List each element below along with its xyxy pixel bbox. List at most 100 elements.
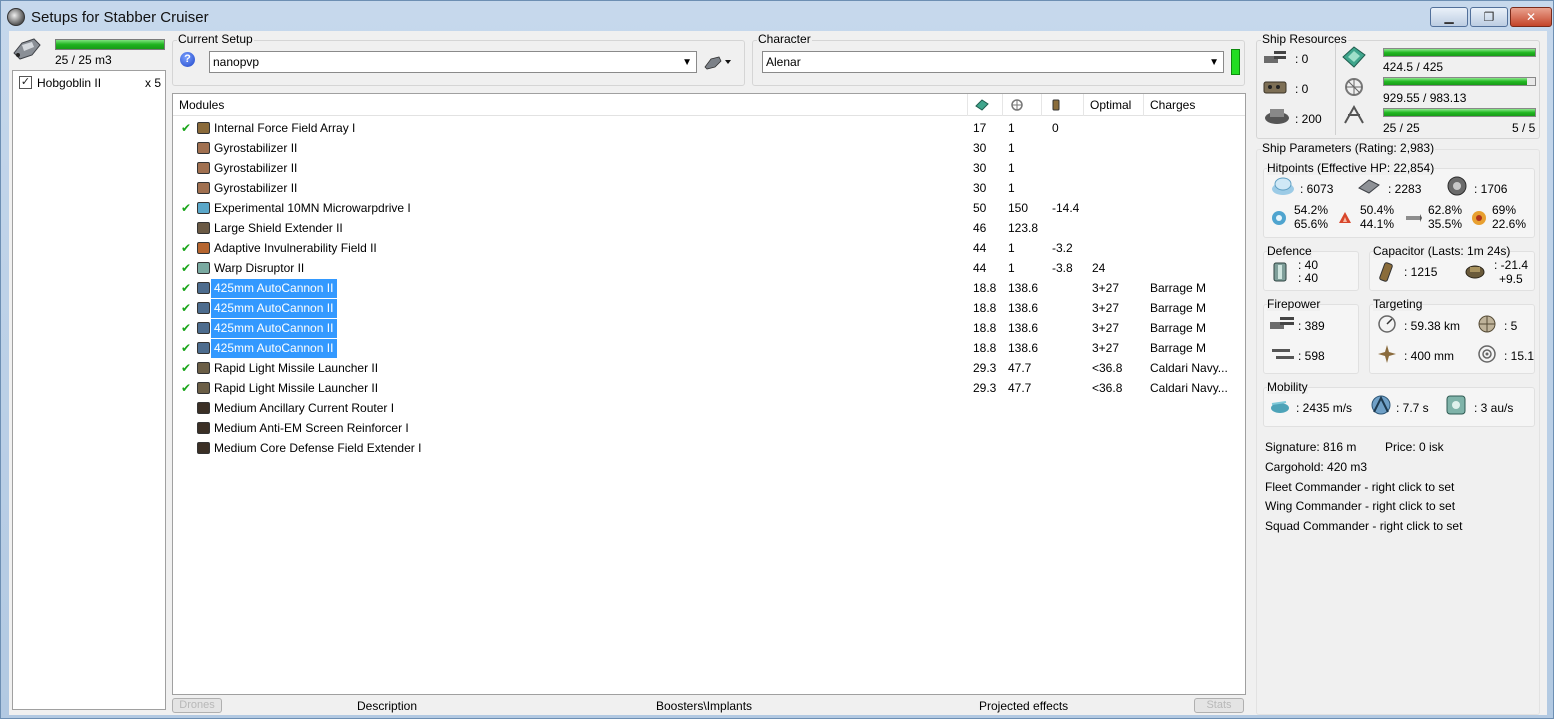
module-powergrid: 150	[1008, 201, 1029, 215]
chevron-down-icon: ▼	[682, 57, 692, 68]
calibration-value: : 200	[1295, 112, 1322, 126]
table-row[interactable]: Medium Ancillary Current Router I	[173, 398, 1245, 418]
app-window: Setups for Stabber Cruiser ▁ ❐ ✕ 25 / 25…	[0, 0, 1554, 719]
table-row[interactable]: Gyrostabilizer II 30 1	[173, 178, 1245, 198]
table-row[interactable]: Gyrostabilizer II 30 1	[173, 138, 1245, 158]
explosive-resist-bottom: 22.6%	[1492, 217, 1527, 231]
tab-stats[interactable]: Stats	[1194, 698, 1244, 713]
sensor-strength-icon	[1478, 345, 1496, 363]
tab-description[interactable]: Description	[357, 699, 417, 713]
help-icon[interactable]: ?	[180, 52, 195, 67]
price-text: Price: 0 isk	[1385, 440, 1444, 454]
explosive-resist-icon	[1472, 211, 1486, 225]
table-row[interactable]: ✔ Experimental 10MN Microwarpdrive I 50 150…	[173, 198, 1245, 218]
rig-icon	[197, 422, 210, 434]
autocannon-icon	[197, 322, 210, 334]
cpu-icon	[975, 99, 989, 111]
table-row[interactable]: ✔ Rapid Light Missile Launcher II 29.3 47.7…	[173, 378, 1245, 398]
wing-commander-text[interactable]: Wing Commander - right click to set	[1265, 499, 1455, 513]
capacitor-icon	[1379, 262, 1393, 282]
drone-list[interactable]: ✓ Hobgoblin II x 5	[12, 70, 166, 710]
active-check-icon: ✔	[181, 241, 192, 255]
defence-box: Defence : 40 : 40	[1263, 244, 1359, 291]
module-name: Gyrostabilizer II	[214, 141, 298, 155]
drone-bandwidth-bar	[1383, 108, 1536, 117]
setup-select[interactable]: nanopvp ▼	[209, 51, 697, 73]
defence-icon	[1273, 262, 1287, 282]
window-client-area: 25 / 25 m3 ✓ Hobgoblin II x 5 Current Se…	[9, 31, 1547, 715]
tab-projected-effects[interactable]: Projected effects	[979, 699, 1068, 713]
module-powergrid: 138.6	[1008, 301, 1039, 315]
close-button[interactable]: ✕	[1510, 7, 1552, 27]
tab-boosters-implants[interactable]: Boosters\Implants	[656, 699, 752, 713]
table-row[interactable]: ✔ 425mm AutoCannon II 18.8 138.6 3+27 Barrage…	[173, 318, 1245, 338]
minimize-button[interactable]: ▁	[1430, 7, 1468, 27]
warp-speed-value: : 3 au/s	[1474, 401, 1514, 415]
module-cpu: 50	[973, 201, 987, 215]
module-capacitor: -3.2	[1052, 241, 1073, 255]
active-check-icon: ✔	[181, 381, 192, 395]
drone-bandwidth-value: 25 / 25	[1383, 121, 1420, 135]
module-name: 425mm AutoCannon II	[211, 319, 338, 338]
module-name: Adaptive Invulnerability Field II	[214, 241, 377, 255]
drone-bandwidth-icon	[1344, 104, 1364, 124]
drone-checkbox[interactable]: ✓	[19, 76, 32, 89]
powergrid-icon	[1011, 99, 1023, 111]
module-name: Warp Disruptor II	[214, 261, 305, 275]
title-bar[interactable]: Setups for Stabber Cruiser ▁ ❐ ✕	[1, 1, 1553, 31]
character-status-indicator	[1231, 49, 1240, 75]
list-item[interactable]: ✓ Hobgoblin II x 5	[19, 75, 161, 91]
module-name: Medium Core Defense Field Extender I	[214, 441, 422, 455]
module-cpu: 29.3	[973, 381, 997, 395]
cpu-icon	[1342, 46, 1366, 68]
module-cpu: 44	[973, 261, 987, 275]
modules-table[interactable]: Modules Optimal Charges ✔ Internal Force …	[172, 93, 1246, 695]
module-cpu: 30	[973, 141, 987, 155]
module-cpu: 18.8	[973, 341, 997, 355]
table-row[interactable]: Medium Anti-EM Screen Reinforcer I	[173, 418, 1245, 438]
gyrostabilizer-icon	[197, 162, 210, 174]
table-row[interactable]: ✔ Adaptive Invulnerability Field II 44 1 -3.…	[173, 238, 1245, 258]
module-capacitor: 0	[1052, 121, 1059, 135]
character-select[interactable]: Alenar ▼	[762, 51, 1224, 73]
powergrid-value: 929.55 / 983.13	[1383, 91, 1467, 105]
kinetic-resist-icon	[1406, 214, 1422, 222]
module-optimal: <36.8	[1092, 381, 1123, 395]
module-charges: Barrage M	[1150, 321, 1207, 335]
maximize-button[interactable]: ❐	[1470, 7, 1508, 27]
kinetic-resist-top: 62.8%	[1428, 203, 1463, 217]
character-label: Character	[757, 32, 812, 46]
table-row[interactable]: Gyrostabilizer II 30 1	[173, 158, 1245, 178]
column-header-powergrid[interactable]	[1002, 94, 1041, 116]
module-powergrid: 138.6	[1008, 321, 1039, 335]
target-range-value: : 59.38 km	[1404, 319, 1461, 333]
table-row[interactable]: ✔ Rapid Light Missile Launcher II 29.3 47.7…	[173, 358, 1245, 378]
fleet-commander-text[interactable]: Fleet Commander - right click to set	[1265, 480, 1454, 494]
table-row[interactable]: ✔ 425mm AutoCannon II 18.8 138.6 3+27 Barrage…	[173, 278, 1245, 298]
shield-icon	[1272, 177, 1294, 195]
module-charges: Barrage M	[1150, 341, 1207, 355]
cargohold-text: Cargohold: 420 m3	[1265, 460, 1368, 474]
table-row[interactable]: Medium Core Defense Field Extender I	[173, 438, 1245, 458]
column-header-capacitor[interactable]	[1041, 94, 1083, 116]
column-header-modules[interactable]: Modules	[173, 94, 967, 116]
column-header-cpu[interactable]	[967, 94, 1002, 116]
table-row[interactable]: ✔ 425mm AutoCannon II 18.8 138.6 3+27 Barrage…	[173, 298, 1245, 318]
character-group: Character Alenar ▼	[752, 32, 1245, 86]
missile-launcher-icon	[197, 362, 210, 374]
column-header-optimal[interactable]: Optimal	[1083, 94, 1143, 116]
table-row[interactable]: Large Shield Extender II 46 123.8	[173, 218, 1245, 238]
tab-drones[interactable]: Drones	[172, 698, 222, 713]
setup-options-button[interactable]	[701, 51, 733, 73]
firepower-box: Firepower : 389 : 598	[1263, 297, 1359, 374]
module-powergrid: 138.6	[1008, 341, 1039, 355]
table-row[interactable]: ✔ Warp Disruptor II 44 1 -3.8 24	[173, 258, 1245, 278]
current-setup-group: Current Setup ? nanopvp ▼	[172, 32, 745, 86]
squad-commander-text[interactable]: Squad Commander - right click to set	[1265, 519, 1462, 533]
window-title: Setups for Stabber Cruiser	[31, 9, 209, 26]
ship-parameters-group: Ship Parameters (Rating: 2,983) Hitpoint…	[1256, 141, 1540, 715]
table-row[interactable]: ✔ 425mm AutoCannon II 18.8 138.6 3+27 Barrage…	[173, 338, 1245, 358]
module-cpu: 17	[973, 121, 987, 135]
table-row[interactable]: ✔ Internal Force Field Array I 17 1 0	[173, 118, 1245, 138]
column-header-charges[interactable]: Charges	[1143, 94, 1245, 116]
